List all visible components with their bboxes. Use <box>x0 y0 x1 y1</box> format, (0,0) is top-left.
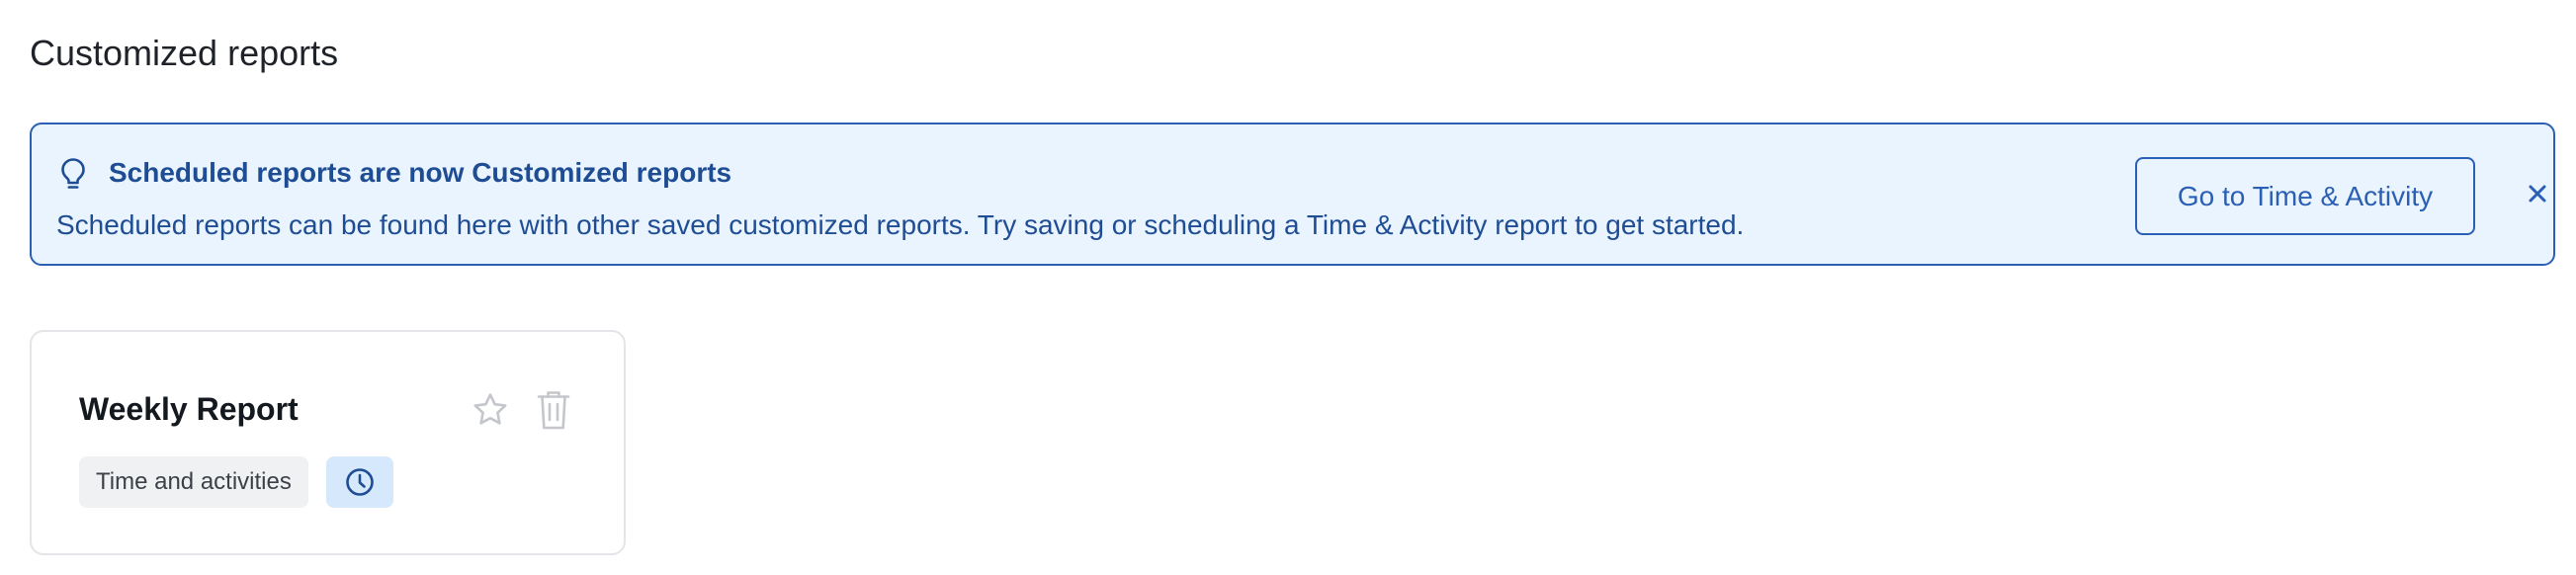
banner-message: Scheduled reports can be found here with… <box>56 209 1745 240</box>
page-title: Customized reports <box>30 33 339 73</box>
banner-title: Scheduled reports are now Customized rep… <box>109 157 732 188</box>
report-title: Weekly Report <box>79 391 299 427</box>
close-icon[interactable] <box>2523 179 2552 208</box>
trash-icon[interactable] <box>536 388 571 432</box>
star-icon[interactable] <box>471 390 510 430</box>
go-to-time-activity-button[interactable]: Go to Time & Activity <box>2135 157 2475 235</box>
info-banner: Scheduled reports are now Customized rep… <box>30 123 2555 266</box>
lightbulb-icon <box>59 157 87 191</box>
report-type-tag: Time and activities <box>79 456 308 508</box>
clock-icon <box>346 468 374 496</box>
report-card[interactable]: Weekly Report Time and activities <box>30 330 626 555</box>
customized-reports-page: Customized reports Scheduled reports are… <box>0 0 2576 575</box>
scheduled-badge <box>326 456 393 508</box>
